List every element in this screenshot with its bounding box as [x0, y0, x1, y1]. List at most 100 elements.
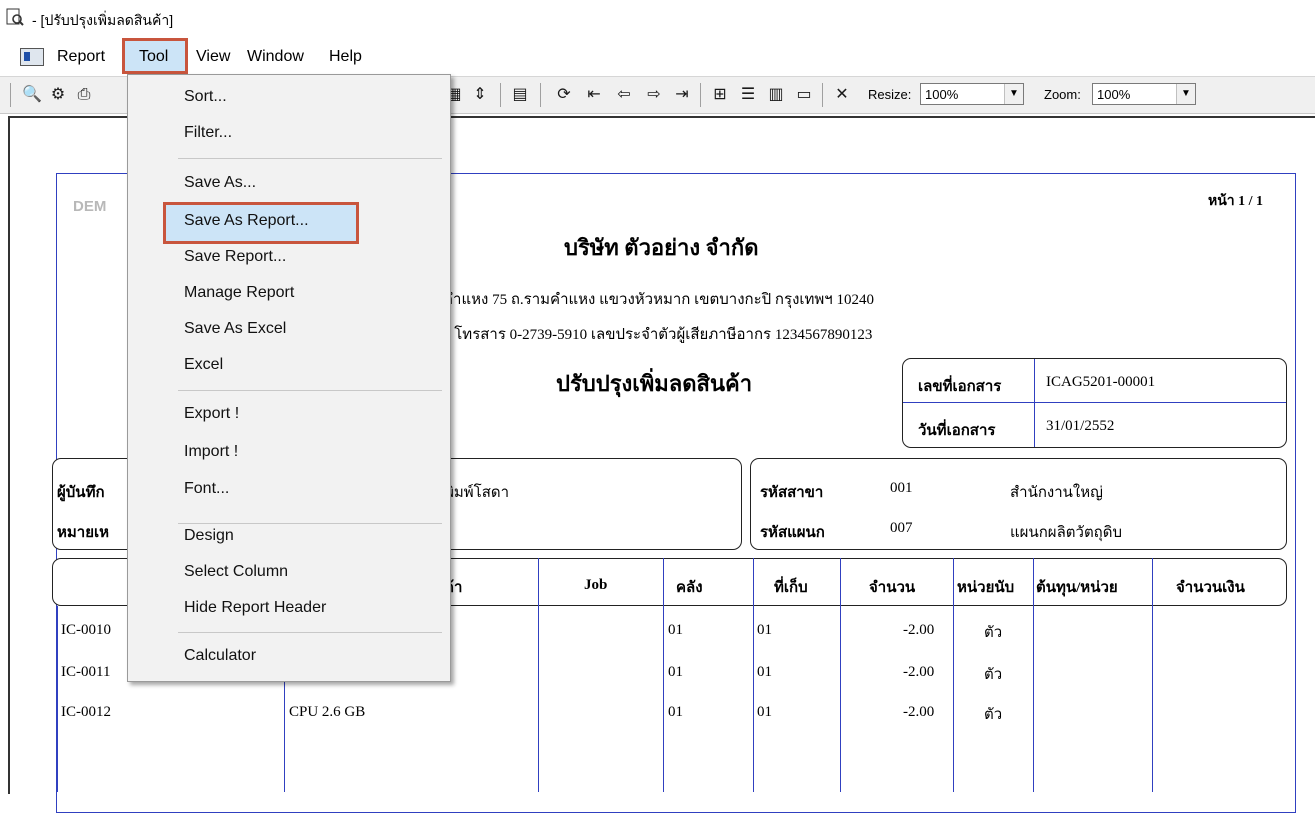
row-quantity: -2.00	[903, 622, 935, 638]
column-divider	[753, 558, 754, 792]
window-icon[interactable]: ▭	[794, 85, 814, 105]
menu-item-sort[interactable]: Sort...	[184, 88, 227, 106]
menu-help[interactable]: Help	[329, 48, 362, 66]
recorder-label: ผู้บันทึก	[57, 485, 105, 501]
column-divider	[538, 558, 539, 792]
menu-window[interactable]: Window	[247, 48, 304, 66]
document-icon[interactable]	[20, 48, 44, 66]
zoom-select[interactable]: 100% ▼	[1092, 83, 1196, 105]
row-warehouse: 01	[668, 704, 683, 720]
column-divider	[663, 558, 664, 792]
fit-height-icon[interactable]: ⇕	[470, 85, 490, 105]
close-icon[interactable]: ✕	[832, 85, 852, 105]
column-header-unit: หน่วยนับ	[957, 580, 1015, 596]
row-item-name: CPU 2.6 GB	[289, 704, 366, 720]
branch-code: 001	[890, 480, 913, 496]
row-quantity: -2.00	[903, 704, 935, 720]
doc-date-label: วันที่เอกสาร	[918, 423, 996, 439]
branch-name: สำนักงานใหญ่	[1010, 485, 1103, 501]
column-header-location: ที่เก็บ	[774, 580, 808, 596]
company-address: คำแหง 75 ถ.รามคำแหง แขวงหัวหมาก เขตบางกะ…	[443, 292, 874, 308]
print-icon[interactable]: ⎙	[74, 85, 94, 105]
resize-label: Resize:	[868, 87, 912, 102]
column-divider	[953, 558, 954, 792]
menu-view[interactable]: View	[196, 48, 230, 66]
menu-item-save-as-excel[interactable]: Save As Excel	[184, 320, 286, 338]
title-bar: - [ปรับปรุงเพิ่มลดสินค้า]	[0, 0, 1315, 40]
dept-code: 007	[890, 520, 913, 536]
company-name: บริษัท ตัวอย่าง จำกัด	[564, 235, 759, 260]
menu-item-excel[interactable]: Excel	[184, 356, 223, 374]
recorder-value: พิมพ์โสดา	[444, 485, 510, 501]
menu-item-save-report[interactable]: Save Report...	[184, 248, 286, 266]
refresh-icon[interactable]: ⟳	[554, 85, 574, 105]
tool-dropdown-menu	[127, 74, 451, 682]
column-header-unit-cost: ต้นทุน/หน่วย	[1036, 580, 1118, 596]
prev-page-icon[interactable]: ⇦	[614, 85, 634, 105]
columns-icon[interactable]: ▥	[766, 85, 786, 105]
row-warehouse: 01	[668, 664, 683, 680]
table-left-border	[56, 606, 58, 792]
row-location: 01	[757, 704, 772, 720]
row-location: 01	[757, 664, 772, 680]
menu-item-select-column[interactable]: Select Column	[184, 563, 288, 581]
doc-no-label: เลขที่เอกสาร	[918, 379, 1002, 395]
company-contact: 0 โทรสาร 0-2739-5910 เลขประจำตัวผู้เสียภ…	[443, 327, 873, 343]
menu-item-filter[interactable]: Filter...	[184, 124, 232, 142]
menu-item-font[interactable]: Font...	[184, 480, 229, 498]
menu-item-save-as-report[interactable]: Save As Report...	[184, 212, 309, 230]
branch-label: รหัสสาขา	[760, 485, 824, 501]
menu-separator	[178, 632, 442, 633]
menu-item-manage-report[interactable]: Manage Report	[184, 284, 294, 302]
dept-label: รหัสแผนก	[760, 525, 825, 541]
zoom-label: Zoom:	[1044, 87, 1081, 102]
column-header-warehouse: คลัง	[676, 580, 703, 596]
rows-icon[interactable]: ☰	[738, 85, 758, 105]
doc-date-value: 31/01/2552	[1046, 418, 1115, 434]
column-divider	[1152, 558, 1153, 792]
report-preview-icon	[6, 8, 24, 26]
row-location: 01	[757, 622, 772, 638]
row-quantity: -2.00	[903, 664, 935, 680]
row-item-code: IC-0012	[61, 704, 111, 720]
setup-icon[interactable]: ⚙	[48, 85, 68, 105]
first-page-icon[interactable]: ⇤	[584, 85, 604, 105]
column-header-amount: จำนวนเงิน	[1176, 580, 1245, 596]
column-header-job: Job	[584, 577, 608, 593]
menu-item-design[interactable]: Design	[184, 527, 234, 545]
window-title: - [ปรับปรุงเพิ่มลดสินค้า]	[32, 12, 174, 28]
preview-icon[interactable]: 🔍	[22, 85, 42, 105]
watermark: DEM	[73, 198, 107, 215]
menu-separator	[178, 390, 442, 391]
doc-no-value: ICAG5201-00001	[1046, 374, 1156, 390]
menu-item-hide-report-header[interactable]: Hide Report Header	[184, 599, 326, 617]
dept-name: แผนกผลิตวัตถุดิบ	[1010, 525, 1123, 541]
report-title: ปรับปรุงเพิ่มลดสินค้า	[556, 371, 753, 396]
menu-report[interactable]: Report	[57, 48, 105, 66]
menu-item-save-as[interactable]: Save As...	[184, 174, 256, 192]
column-divider	[1033, 558, 1034, 792]
resize-value: 100%	[925, 87, 959, 102]
chevron-down-icon: ▼	[1004, 84, 1023, 104]
toolbar-grip	[10, 83, 11, 107]
menu-item-import[interactable]: Import !	[184, 443, 238, 461]
remark-label: หมายเห	[57, 525, 110, 541]
next-page-icon[interactable]: ⇨	[644, 85, 664, 105]
tree-icon[interactable]: ⊞	[710, 85, 730, 105]
last-page-icon[interactable]: ⇥	[672, 85, 692, 105]
menu-item-calculator[interactable]: Calculator	[184, 647, 256, 665]
row-unit: ตัว	[984, 667, 1003, 683]
calculator-icon[interactable]: ▤	[510, 85, 530, 105]
resize-select[interactable]: 100% ▼	[920, 83, 1024, 105]
row-item-code: IC-0011	[61, 664, 111, 680]
row-unit: ตัว	[984, 625, 1003, 641]
column-header-quantity: จำนวน	[869, 580, 916, 596]
row-unit: ตัว	[984, 707, 1003, 723]
zoom-value: 100%	[1097, 87, 1131, 102]
menu-tool[interactable]: Tool	[139, 48, 168, 66]
row-warehouse: 01	[668, 622, 683, 638]
page-number: หน้า 1 / 1	[1208, 194, 1264, 209]
menu-item-export[interactable]: Export !	[184, 405, 239, 423]
row-item-code: IC-0010	[61, 622, 111, 638]
column-divider	[840, 558, 841, 792]
